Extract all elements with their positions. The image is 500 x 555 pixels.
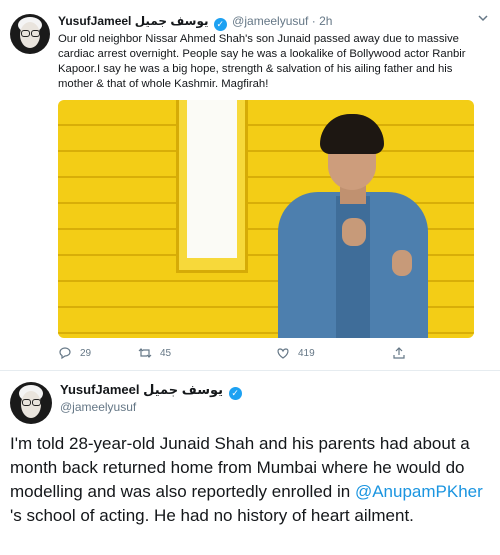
reply-count: 29 [80, 347, 92, 359]
avatar[interactable] [10, 14, 50, 54]
chevron-down-icon[interactable] [478, 12, 488, 26]
tweet-text: Our old neighbor Nissar Ahmed Shah's son… [58, 33, 466, 90]
author-name-line: YusufJameel یوسف جمیل ✓ [60, 382, 244, 400]
author-name-urdu[interactable]: یوسف جمیل [143, 382, 223, 397]
tweet-time[interactable]: · 2h [312, 14, 333, 28]
tweet-text-end: 's school of acting. He had no history o… [10, 506, 414, 525]
author-handle[interactable]: @jameelyusuf [232, 14, 308, 28]
mention-link[interactable]: @AnupamPKher [355, 482, 483, 501]
author-name[interactable]: YusufJameel [60, 382, 140, 397]
like-button[interactable]: 419 [276, 346, 315, 360]
like-count: 419 [298, 347, 315, 359]
tweet-photo[interactable] [58, 100, 474, 338]
reply-button[interactable]: 29 [58, 346, 91, 360]
reply-icon [58, 346, 72, 360]
retweet-button[interactable]: 45 [138, 346, 171, 360]
tweet-header: YusufJameel یوسف جمیل ✓ @jameelyusuf · 2… [58, 14, 332, 31]
tweet-screenshot: YusufJameel یوسف جمیل ✓ @jameelyusuf · 2… [0, 0, 500, 555]
author-handle[interactable]: @jameelyusuf [60, 400, 136, 414]
like-icon [276, 346, 290, 360]
verified-badge-icon: ✓ [228, 387, 242, 400]
retweet-count: 45 [160, 347, 172, 359]
tweet-text: I'm told 28-year-old Junaid Shah and his… [10, 432, 495, 528]
tweet-actions: 29 45 419 [58, 346, 458, 362]
share-button[interactable] [392, 346, 414, 360]
share-icon [392, 346, 406, 360]
author-name[interactable]: YusufJameel [58, 14, 131, 28]
author-name-urdu[interactable]: یوسف جمیل [135, 14, 209, 28]
tweet-1[interactable]: YusufJameel یوسف جمیل ✓ @jameelyusuf · 2… [0, 0, 500, 371]
verified-badge-icon: ✓ [213, 18, 227, 31]
avatar[interactable] [10, 382, 52, 424]
retweet-icon [138, 346, 152, 360]
